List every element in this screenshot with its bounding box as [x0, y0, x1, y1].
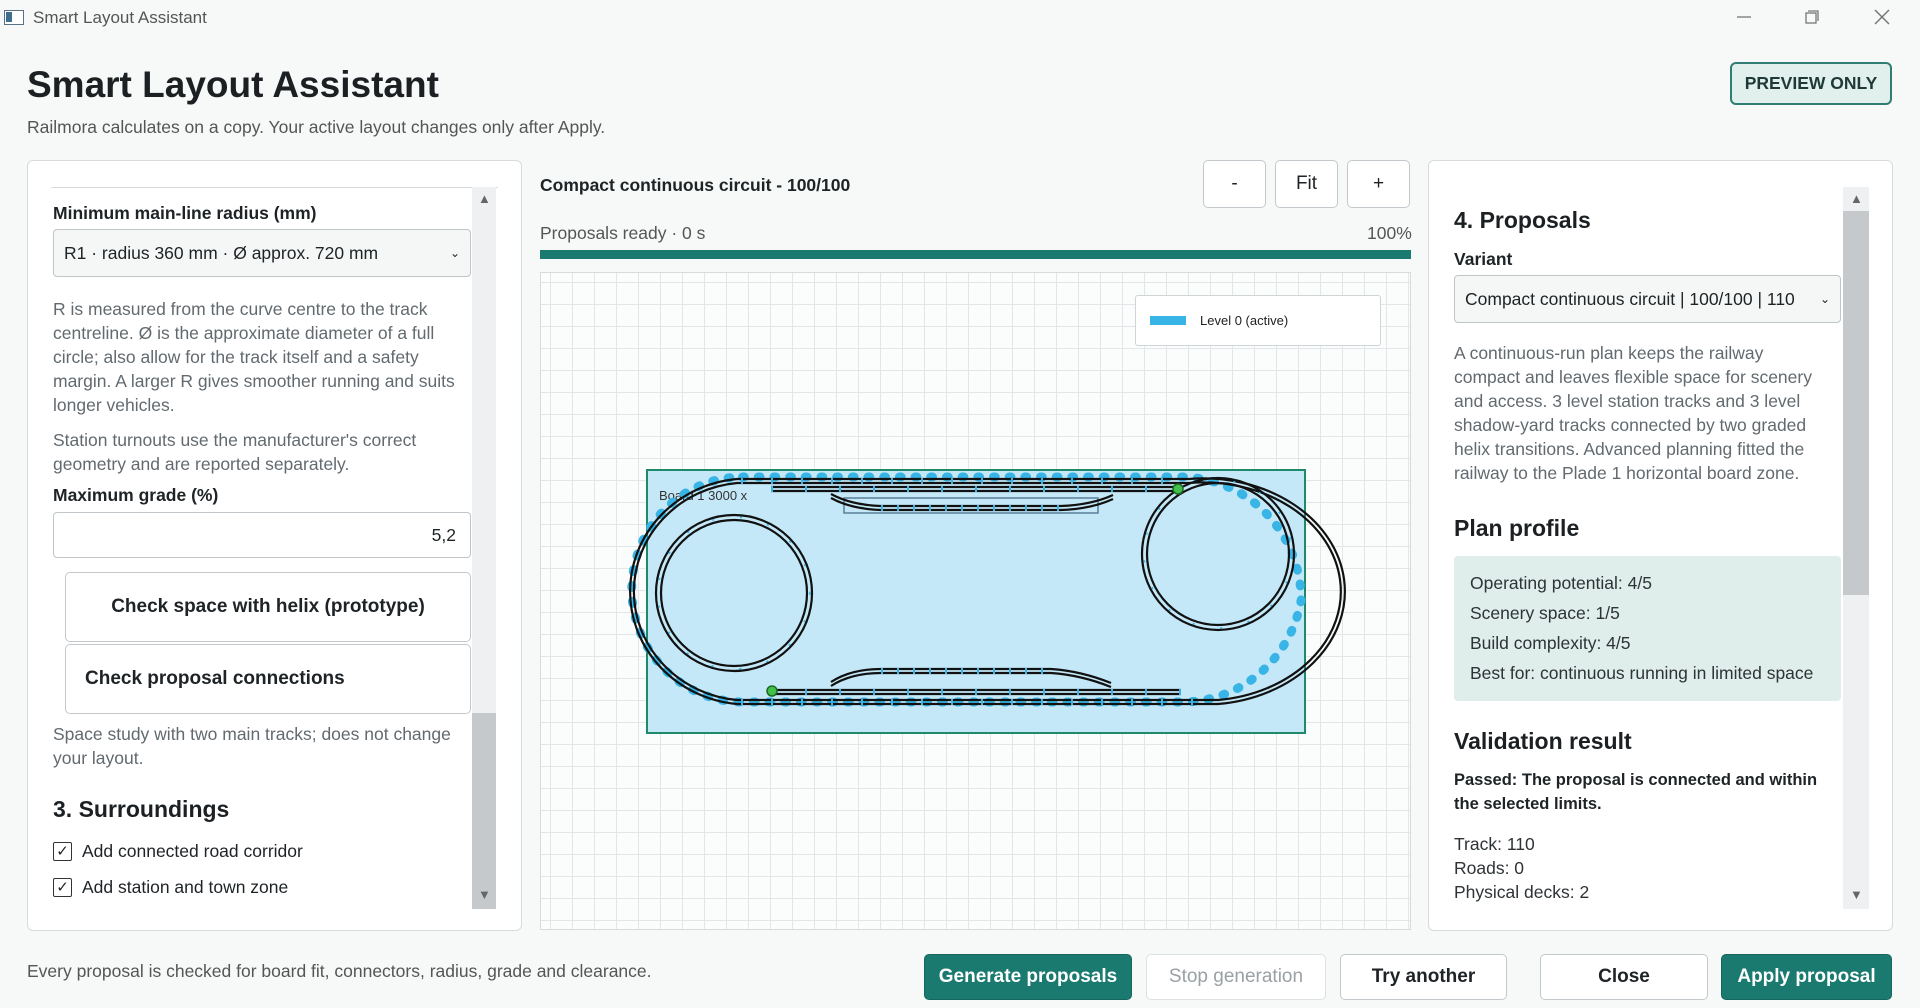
track-plan: Board 1 3000 x	[627, 469, 1346, 734]
radius-help-text: R is measured from the curve centre to t…	[53, 299, 455, 415]
close-button[interactable]: Close	[1540, 954, 1708, 1000]
connector-node	[766, 685, 778, 697]
preview-only-badge: PREVIEW ONLY	[1730, 62, 1892, 105]
proposal-title: Compact continuous circuit - 100/100	[540, 175, 851, 195]
scroll-down-icon[interactable]: ▼	[1850, 887, 1863, 902]
try-another-button[interactable]: Try another	[1340, 954, 1507, 1000]
generate-proposals-button[interactable]: Generate proposals	[924, 954, 1132, 1000]
chevron-down-icon: ⌄	[1819, 292, 1830, 306]
zoom-fit-button[interactable]: Fit	[1275, 160, 1338, 208]
road-corridor-label: Add connected road corridor	[82, 841, 303, 861]
footer-note: Every proposal is checked for board fit,…	[27, 961, 652, 981]
validation-passed-text: Passed: The proposal is connected and wi…	[1454, 771, 1818, 813]
town-zone-checkbox[interactable]: ✓ Add station and town zone	[53, 877, 288, 898]
checkbox-checked-icon: ✓	[53, 842, 72, 861]
radius-select[interactable]: R1 · radius 360 mm · Ø approx. 720 mm ⌄	[53, 229, 471, 277]
layout-canvas[interactable]: Level 0 (active) Board 1 3000 x	[540, 272, 1411, 930]
proposal-description: A continuous-run plan keeps the railway c…	[1454, 343, 1812, 483]
left-scrollbar[interactable]: ▲ ▼	[472, 187, 496, 909]
restore-icon[interactable]	[1800, 6, 1824, 28]
surroundings-heading: 3. Surroundings	[53, 796, 230, 822]
scroll-down-icon[interactable]: ▼	[478, 887, 491, 902]
right-scrollbar[interactable]: ▲ ▼	[1843, 187, 1869, 909]
validation-heading: Validation result	[1454, 728, 1632, 754]
page-title: Smart Layout Assistant	[27, 64, 439, 105]
plan-profile-box: Operating potential: 4/5 Scenery space: 1…	[1454, 556, 1841, 701]
close-icon[interactable]	[1870, 6, 1894, 28]
town-zone-label: Add station and town zone	[82, 877, 289, 897]
validation-stats: Track: 110 Roads: 0 Physical decks: 2	[1454, 834, 1590, 902]
check-connections-button[interactable]: Check proposal connections	[65, 644, 471, 714]
stop-generation-button[interactable]: Stop generation	[1146, 954, 1326, 1000]
grade-input[interactable]: 5,2	[53, 512, 471, 558]
zoom-in-button[interactable]: +	[1347, 160, 1410, 208]
proposals-heading: 4. Proposals	[1454, 207, 1591, 233]
app-icon	[4, 10, 24, 25]
proposals-panel: 4. Proposals Variant Compact continuous …	[1428, 160, 1893, 931]
progress-percent: 100%	[1367, 223, 1412, 243]
checkbox-checked-icon: ✓	[53, 878, 72, 897]
divider	[51, 187, 498, 188]
radius-select-value: R1 · radius 360 mm · Ø approx. 720 mm	[64, 242, 379, 263]
scroll-up-icon[interactable]: ▲	[1850, 191, 1863, 206]
settings-panel: Minimum main-line radius (mm) R1 · radiu…	[27, 160, 522, 931]
generation-status: Proposals ready · 0 s	[540, 223, 706, 243]
scroll-up-icon[interactable]: ▲	[478, 191, 491, 206]
title-bar: Smart Layout Assistant	[0, 0, 1920, 34]
progress-fill	[540, 250, 1411, 259]
radius-label: Minimum main-line radius (mm)	[53, 203, 317, 223]
variant-select[interactable]: Compact continuous circuit | 100/100 | 1…	[1454, 275, 1841, 323]
variant-select-value: Compact continuous circuit | 100/100 | 1…	[1465, 288, 1795, 309]
plan-profile-heading: Plan profile	[1454, 515, 1580, 541]
turnout-help-text: Station turnouts use the manufacturer's …	[53, 430, 417, 474]
scrollbar-thumb[interactable]	[1843, 211, 1869, 595]
apply-proposal-button[interactable]: Apply proposal	[1721, 954, 1892, 1000]
scrollbar-thumb[interactable]	[472, 713, 496, 909]
grade-label: Maximum grade (%)	[53, 485, 219, 505]
space-note: Space study with two main tracks; does n…	[53, 724, 451, 768]
road-corridor-checkbox[interactable]: ✓ Add connected road corridor	[53, 841, 303, 862]
minimize-icon[interactable]	[1732, 6, 1756, 28]
chevron-down-icon: ⌄	[449, 246, 460, 260]
window-title: Smart Layout Assistant	[33, 8, 207, 27]
progress-bar	[540, 250, 1411, 259]
zoom-out-button[interactable]: -	[1203, 160, 1266, 208]
page-subtitle: Railmora calculates on a copy. Your acti…	[27, 117, 606, 137]
connector-node	[1172, 483, 1184, 495]
variant-label: Variant	[1454, 249, 1513, 269]
check-helix-button[interactable]: Check space with helix (prototype)	[65, 572, 471, 642]
